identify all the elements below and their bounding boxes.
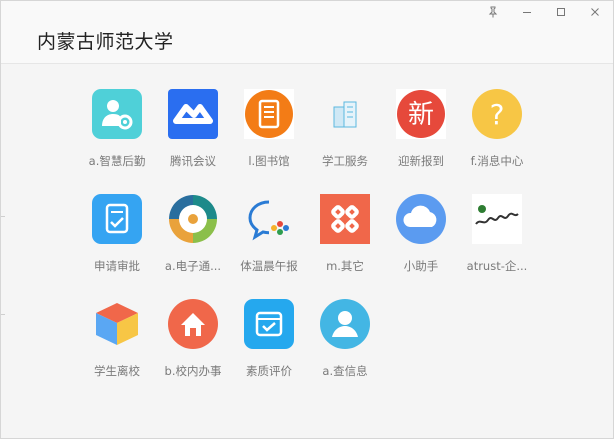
- student-leave-icon: [96, 303, 138, 345]
- app-tile-query-info[interactable]: a.查信息: [307, 299, 383, 389]
- app-tile-student-affairs[interactable]: 学工服务: [307, 89, 383, 179]
- app-label: m.其它: [326, 259, 364, 273]
- approval-icon: [92, 194, 142, 244]
- smart-logistics-icon: [92, 89, 142, 139]
- app-label: a.智慧后勤: [88, 154, 146, 168]
- divider: [1, 314, 5, 315]
- app-label: 小助手: [403, 259, 439, 273]
- app-tile-student-leave[interactable]: 学生离校: [79, 299, 155, 389]
- freshman-registration-icon: 新: [396, 89, 446, 139]
- app-tile-campus-affairs[interactable]: b.校内办事: [155, 299, 231, 389]
- assistant-icon: [396, 194, 446, 244]
- query-info-icon: [320, 299, 370, 349]
- message-center-icon: ?: [472, 89, 522, 139]
- app-label: a.查信息: [322, 364, 368, 378]
- close-icon[interactable]: [587, 6, 603, 20]
- others-icon: [320, 194, 370, 244]
- app-label: a.电子通...: [164, 259, 222, 273]
- app-label: f.消息中心: [470, 154, 524, 168]
- app-label: atrust-企...: [466, 259, 528, 273]
- app-tile-smart-logistics[interactable]: a.智慧后勤: [79, 89, 155, 179]
- app-label: 申请审批: [94, 259, 140, 273]
- app-tile-tencent-meeting[interactable]: 腾讯会议: [155, 89, 231, 179]
- divider: [1, 216, 5, 217]
- svg-text:新: 新: [408, 100, 434, 130]
- app-label: 体温晨午报: [240, 259, 298, 273]
- temperature-report-icon: [248, 200, 289, 241]
- app-window: 内蒙古师范大学 a.智慧后勤 腾讯会议 l.图书馆 学工服务 新 迎新报到 ? …: [0, 0, 614, 439]
- quality-evaluation-icon: [244, 299, 294, 349]
- app-tile-message-center[interactable]: ? f.消息中心: [459, 89, 535, 179]
- library-icon: [244, 89, 294, 139]
- tencent-meeting-icon: [168, 89, 218, 139]
- e-pass-icon: [169, 195, 217, 243]
- pin-icon[interactable]: [485, 6, 501, 20]
- maximize-icon[interactable]: [553, 6, 569, 20]
- app-tile-others[interactable]: m.其它: [307, 194, 383, 284]
- app-tile-atrust[interactable]: atrust-企...: [459, 194, 535, 284]
- app-tile-e-pass[interactable]: a.电子通...: [155, 194, 231, 284]
- atrust-icon: [472, 194, 522, 244]
- app-label: 迎新报到: [398, 154, 444, 168]
- app-label: b.校内办事: [164, 364, 222, 378]
- app-tile-assistant[interactable]: 小助手: [383, 194, 459, 284]
- app-label: 学生离校: [94, 364, 140, 378]
- app-tile-approval[interactable]: 申请审批: [79, 194, 155, 284]
- app-label: l.图书馆: [248, 154, 290, 168]
- app-tile-freshman-registration[interactable]: 新 迎新报到: [383, 89, 459, 179]
- app-label: 腾讯会议: [170, 154, 216, 168]
- app-tile-library[interactable]: l.图书馆: [231, 89, 307, 179]
- title-bar: 内蒙古师范大学: [1, 1, 613, 64]
- app-label: 学工服务: [322, 154, 368, 168]
- svg-text:?: ?: [490, 98, 505, 131]
- app-tile-temperature-report[interactable]: 体温晨午报: [231, 194, 307, 284]
- student-affairs-icon: [333, 101, 357, 128]
- app-label: 素质评价: [246, 364, 292, 378]
- campus-affairs-icon: [168, 299, 218, 349]
- page-title: 内蒙古师范大学: [37, 31, 174, 53]
- minimize-icon[interactable]: [519, 6, 535, 20]
- app-tile-quality-evaluation[interactable]: 素质评价: [231, 299, 307, 389]
